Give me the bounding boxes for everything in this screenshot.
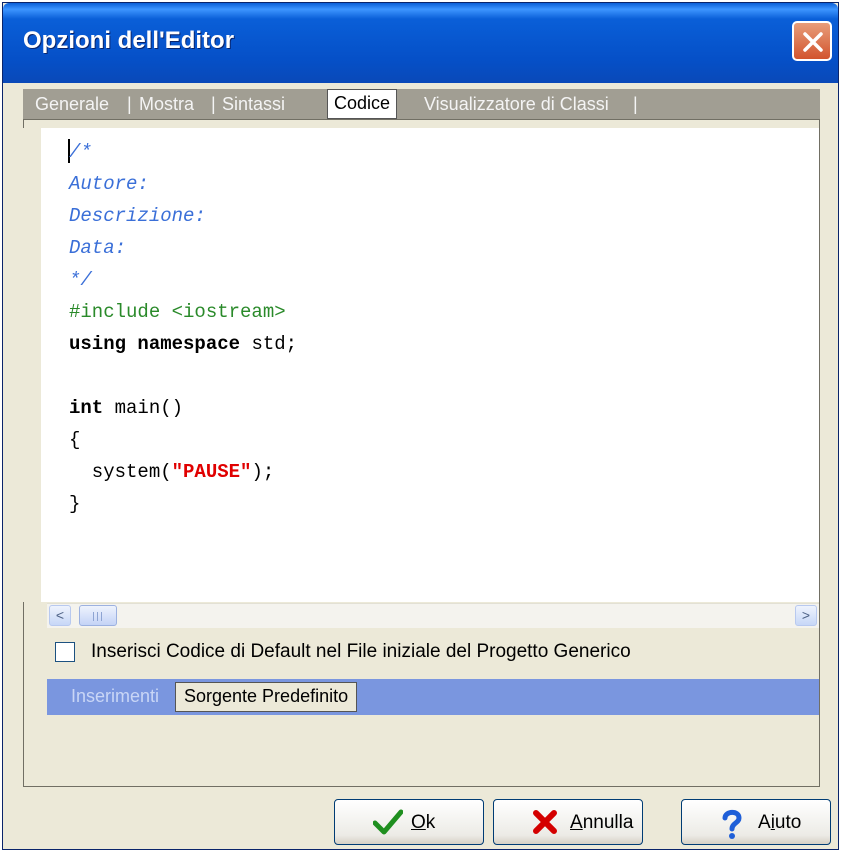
editor-gutter	[23, 128, 41, 602]
code-line: Descrizione:	[69, 205, 206, 227]
default-code-option: Inserisci Codice di Default nel File ini…	[47, 635, 819, 671]
question-icon	[722, 809, 742, 839]
code-line: int main()	[69, 392, 297, 424]
string-literal: "PAUSE"	[171, 461, 252, 483]
checkmark-icon	[373, 809, 403, 835]
grip-line	[97, 612, 98, 621]
tab-visualizzatore-di-classi[interactable]: Visualizzatore di Classi	[424, 89, 609, 119]
tab-separator: |	[633, 94, 638, 114]
code-content: /* Autore: Descrizione: Data: */ #include <io…	[69, 136, 297, 520]
ok-button[interactable]: Ok	[334, 799, 484, 845]
horizontal-scrollbar[interactable]: < >	[47, 603, 819, 628]
code-text: );	[251, 461, 275, 483]
code-line: system("PAUSE");	[69, 456, 297, 488]
help-button[interactable]: Aiuto	[681, 799, 831, 845]
default-code-checkbox-label[interactable]: Inserisci Codice di Default nel File ini…	[91, 641, 631, 663]
tab-mostra[interactable]: Mostra	[139, 89, 194, 119]
grip-line	[101, 612, 102, 621]
close-button[interactable]	[792, 21, 832, 61]
code-line: Autore:	[69, 173, 149, 195]
cancel-mnemonic: A	[570, 812, 583, 833]
ok-label: Ok	[411, 812, 435, 834]
keyword: namespace	[137, 333, 241, 355]
cancel-label-rest: nnulla	[582, 812, 634, 833]
code-text: system(	[69, 461, 172, 483]
title-bar[interactable]: Opzioni dell'Editor	[3, 3, 838, 83]
help-label-prefix: A	[758, 812, 771, 833]
code-text: main()	[103, 397, 184, 419]
code-text: std;	[240, 333, 298, 355]
help-label: Aiuto	[758, 812, 801, 834]
cancel-button[interactable]: Annulla	[493, 799, 643, 845]
chevron-left-icon: <	[55, 607, 65, 623]
subtab-bar: Inserimenti Sorgente Predefinito	[47, 679, 819, 715]
red-x-icon	[533, 810, 557, 834]
tab-codice[interactable]: Codice	[327, 89, 398, 119]
chevron-right-icon: >	[801, 607, 811, 623]
code-line: {	[69, 429, 81, 451]
code-line: */	[69, 269, 92, 291]
ok-label-rest: k	[425, 812, 436, 833]
keyword: int	[69, 397, 104, 419]
code-line: #include <iostream>	[69, 301, 286, 323]
scroll-right-button[interactable]: >	[795, 605, 817, 626]
close-icon	[803, 32, 823, 52]
cancel-label: Annulla	[570, 812, 633, 834]
window-title: Opzioni dell'Editor	[23, 27, 235, 54]
code-line: Data:	[69, 237, 127, 259]
tab-sintassi[interactable]: Sintassi	[222, 89, 285, 119]
subtab-inserimenti[interactable]: Inserimenti	[71, 679, 159, 715]
scroll-thumb[interactable]	[79, 605, 117, 626]
keyword: using	[69, 333, 127, 355]
tab-bar: Generale | Mostra | Sintassi Codice Visu…	[23, 89, 820, 119]
ok-mnemonic: O	[411, 812, 426, 833]
subtab-sorgente-predefinito[interactable]: Sorgente Predefinito	[175, 682, 358, 712]
tab-separator: |	[127, 94, 132, 114]
code-line: using namespace std;	[69, 328, 297, 360]
help-label-rest: uto	[774, 812, 802, 833]
tab-separator: |	[211, 94, 216, 114]
code-line: /*	[69, 141, 92, 163]
default-code-checkbox[interactable]	[55, 642, 75, 662]
tab-generale[interactable]: Generale	[35, 89, 109, 119]
editor-options-dialog: Opzioni dell'Editor Generale | Mostra | …	[2, 2, 839, 850]
code-line: }	[69, 493, 81, 515]
code-editor[interactable]: /* Autore: Descrizione: Data: */ #include <io…	[41, 128, 819, 602]
grip-line	[93, 612, 94, 621]
scroll-left-button[interactable]: <	[49, 605, 71, 626]
